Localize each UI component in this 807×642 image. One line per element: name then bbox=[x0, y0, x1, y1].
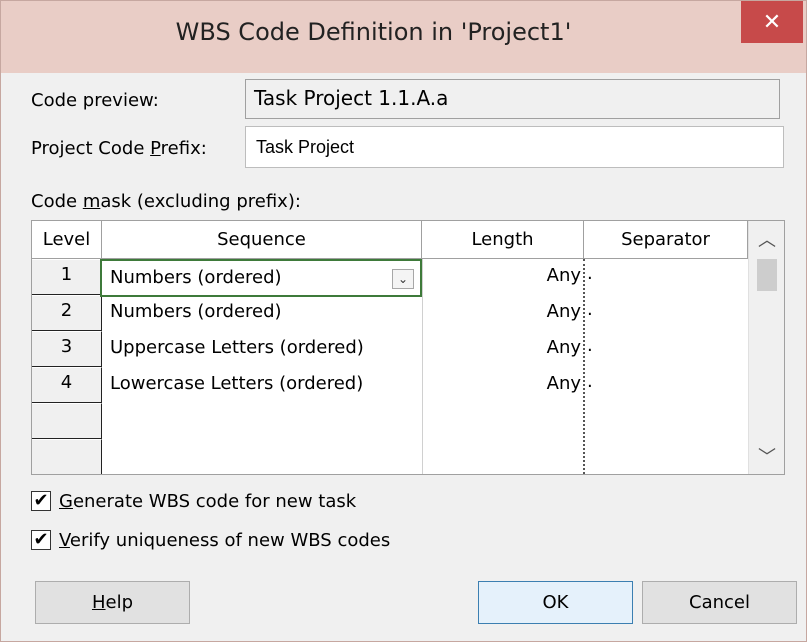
sequence-cell[interactable]: Numbers (ordered) bbox=[102, 295, 422, 331]
generate-wbs-code-label: Generate WBS code for new task bbox=[59, 490, 357, 512]
sequence-cell[interactable]: Lowercase Letters (ordered) bbox=[102, 367, 422, 403]
length-cell[interactable]: Any bbox=[422, 331, 584, 367]
length-cell[interactable]: Any bbox=[422, 259, 584, 295]
verify-uniqueness-checkbox[interactable]: ✔ bbox=[31, 530, 51, 550]
separator-cell[interactable]: . bbox=[584, 331, 746, 367]
separator-cell[interactable] bbox=[584, 403, 746, 439]
ok-button[interactable]: OK bbox=[478, 581, 633, 624]
code-preview-label: Code preview: bbox=[31, 90, 159, 111]
code-preview-field: Task Project 1.1.A.a bbox=[245, 79, 780, 119]
separator-cell[interactable]: . bbox=[584, 367, 746, 403]
column-header-length[interactable]: Length bbox=[422, 221, 584, 259]
chevron-down-icon: ⌄ bbox=[397, 272, 409, 286]
sequence-cell[interactable] bbox=[102, 403, 422, 439]
close-icon: ✕ bbox=[762, 9, 782, 35]
dialog-title: WBS Code Definition in 'Project1' bbox=[175, 18, 572, 46]
length-cell[interactable]: Any bbox=[422, 367, 584, 403]
length-cell[interactable] bbox=[422, 439, 584, 474]
chevron-down-icon: ﹀ bbox=[758, 447, 776, 468]
help-button[interactable]: Help bbox=[35, 581, 190, 624]
sequence-cell[interactable]: Uppercase Letters (ordered) bbox=[102, 331, 422, 367]
project-code-prefix-input[interactable] bbox=[245, 126, 784, 168]
sequence-dropdown-button[interactable]: ⌄ bbox=[392, 269, 414, 289]
level-cell[interactable]: 4 bbox=[32, 367, 102, 403]
separator-cell[interactable] bbox=[584, 439, 746, 474]
wbs-code-definition-dialog: WBS Code Definition in 'Project1' ✕ Code… bbox=[0, 0, 807, 642]
project-code-prefix-label: Project Code Prefix: bbox=[31, 138, 207, 159]
length-cell[interactable] bbox=[422, 403, 584, 439]
column-header-level[interactable]: Level bbox=[32, 221, 102, 259]
generate-wbs-code-option[interactable]: ✔ Generate WBS code for new task bbox=[31, 486, 356, 516]
check-icon: ✔ bbox=[33, 490, 49, 511]
level-cell[interactable]: 2 bbox=[32, 295, 102, 331]
verify-uniqueness-label: Verify uniqueness of new WBS codes bbox=[59, 529, 391, 551]
level-cell[interactable]: 3 bbox=[32, 331, 102, 367]
level-cell[interactable] bbox=[32, 403, 102, 439]
scroll-down-button[interactable]: ﹀ bbox=[749, 438, 784, 474]
sequence-dropdown-editor[interactable]: Numbers (ordered) ⌄ bbox=[100, 259, 422, 297]
code-mask-label: Code mask (excluding prefix): bbox=[31, 191, 301, 212]
separator-cell[interactable]: . bbox=[584, 295, 746, 331]
scrollbar-thumb[interactable] bbox=[757, 259, 777, 291]
grid-scrollbar[interactable]: ︿ ﹀ bbox=[748, 221, 784, 474]
chevron-up-icon: ︿ bbox=[758, 230, 776, 251]
generate-wbs-code-checkbox[interactable]: ✔ bbox=[31, 491, 51, 511]
check-icon: ✔ bbox=[33, 529, 49, 550]
column-header-sequence[interactable]: Sequence bbox=[102, 221, 422, 259]
column-header-separator[interactable]: Separator bbox=[584, 221, 748, 259]
code-mask-grid: Level Sequence Length Separator 1 Any . … bbox=[31, 220, 785, 475]
close-button[interactable]: ✕ bbox=[741, 1, 803, 43]
level-cell[interactable] bbox=[32, 439, 102, 474]
scroll-up-button[interactable]: ︿ bbox=[749, 221, 784, 257]
sequence-cell[interactable] bbox=[102, 439, 422, 474]
cancel-button[interactable]: Cancel bbox=[642, 581, 797, 624]
separator-cell[interactable]: . bbox=[584, 259, 746, 295]
title-bar[interactable]: WBS Code Definition in 'Project1' ✕ bbox=[1, 1, 806, 73]
level-cell[interactable]: 1 bbox=[32, 259, 102, 295]
verify-uniqueness-option[interactable]: ✔ Verify uniqueness of new WBS codes bbox=[31, 525, 390, 555]
sequence-dropdown-value: Numbers (ordered) bbox=[110, 267, 282, 288]
length-cell[interactable]: Any bbox=[422, 295, 584, 331]
